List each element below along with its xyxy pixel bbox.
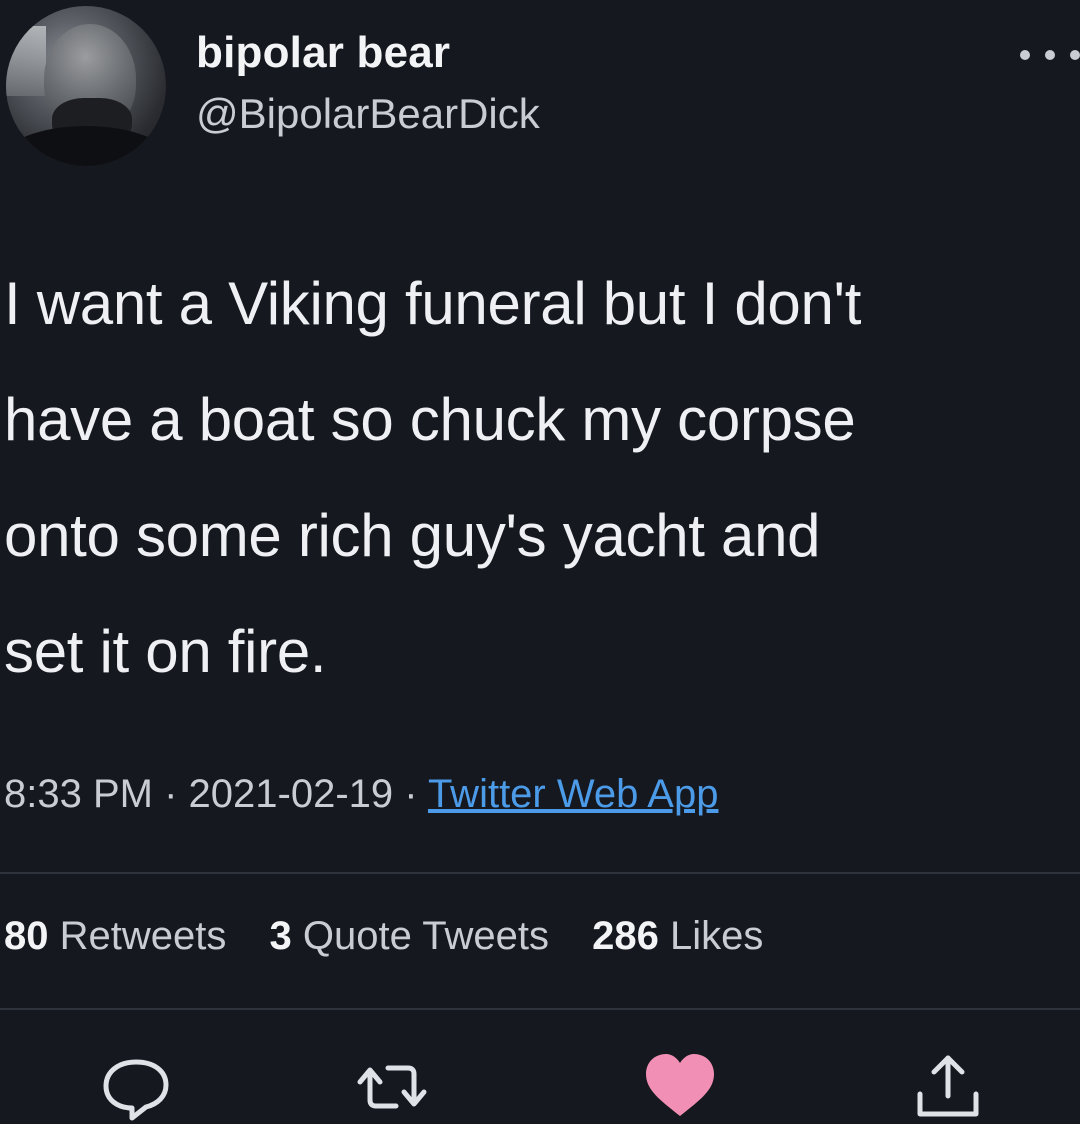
tweet-meta: 8:33 PM · 2021-02-19 · Twitter Web App xyxy=(4,772,718,817)
avatar-background xyxy=(6,26,46,96)
divider xyxy=(0,1008,1080,1010)
more-dot-icon xyxy=(1020,50,1030,60)
reply-button[interactable] xyxy=(96,1050,176,1124)
tweet-text: I want a Viking funeral but I don't have… xyxy=(4,246,1074,710)
retweets-stat[interactable]: 80 Retweets xyxy=(4,914,226,958)
quote-tweets-label: Quote Tweets xyxy=(302,914,549,958)
meta-separator: · xyxy=(393,772,428,816)
meta-separator: · xyxy=(152,772,189,816)
user-handle[interactable]: @BipolarBearDick xyxy=(196,90,540,138)
likes-count: 286 xyxy=(592,914,659,958)
likes-stat[interactable]: 286 Likes xyxy=(592,914,763,958)
share-icon xyxy=(917,1055,979,1117)
heart-icon xyxy=(646,1054,714,1116)
avatar[interactable] xyxy=(6,6,166,166)
retweet-icon xyxy=(357,1065,427,1109)
retweets-label: Retweets xyxy=(59,914,227,958)
likes-label: Likes xyxy=(669,914,764,958)
more-options-button[interactable] xyxy=(1020,40,1080,70)
more-dot-icon xyxy=(1045,50,1055,60)
tweet-date[interactable]: 2021-02-19 xyxy=(189,772,394,816)
share-button[interactable] xyxy=(908,1050,988,1124)
tweet-text-line: I want a Viking funeral but I don't xyxy=(4,270,862,337)
display-name[interactable]: bipolar bear xyxy=(196,28,450,78)
tweet-time[interactable]: 8:33 PM xyxy=(4,772,153,816)
reply-icon xyxy=(103,1059,169,1121)
tweet-card: bipolar bear @BipolarBearDick I want a V… xyxy=(0,0,1080,1124)
avatar-shoulders xyxy=(6,126,166,166)
tweet-text-line: have a boat so chuck my corpse xyxy=(4,386,856,453)
like-button[interactable] xyxy=(640,1050,720,1124)
quote-tweets-stat[interactable]: 3 Quote Tweets xyxy=(270,914,549,958)
more-dot-icon xyxy=(1070,50,1080,60)
quote-tweets-count: 3 xyxy=(269,914,292,958)
retweets-count: 80 xyxy=(4,914,49,958)
retweet-button[interactable] xyxy=(352,1050,432,1124)
tweet-text-line: onto some rich guy's yacht and xyxy=(4,502,821,569)
tweet-source-link[interactable]: Twitter Web App xyxy=(428,772,719,816)
tweet-stats: 80 Retweets 3 Quote Tweets 286 Likes xyxy=(4,914,795,959)
divider xyxy=(0,872,1080,874)
tweet-text-line: set it on fire. xyxy=(4,618,327,685)
